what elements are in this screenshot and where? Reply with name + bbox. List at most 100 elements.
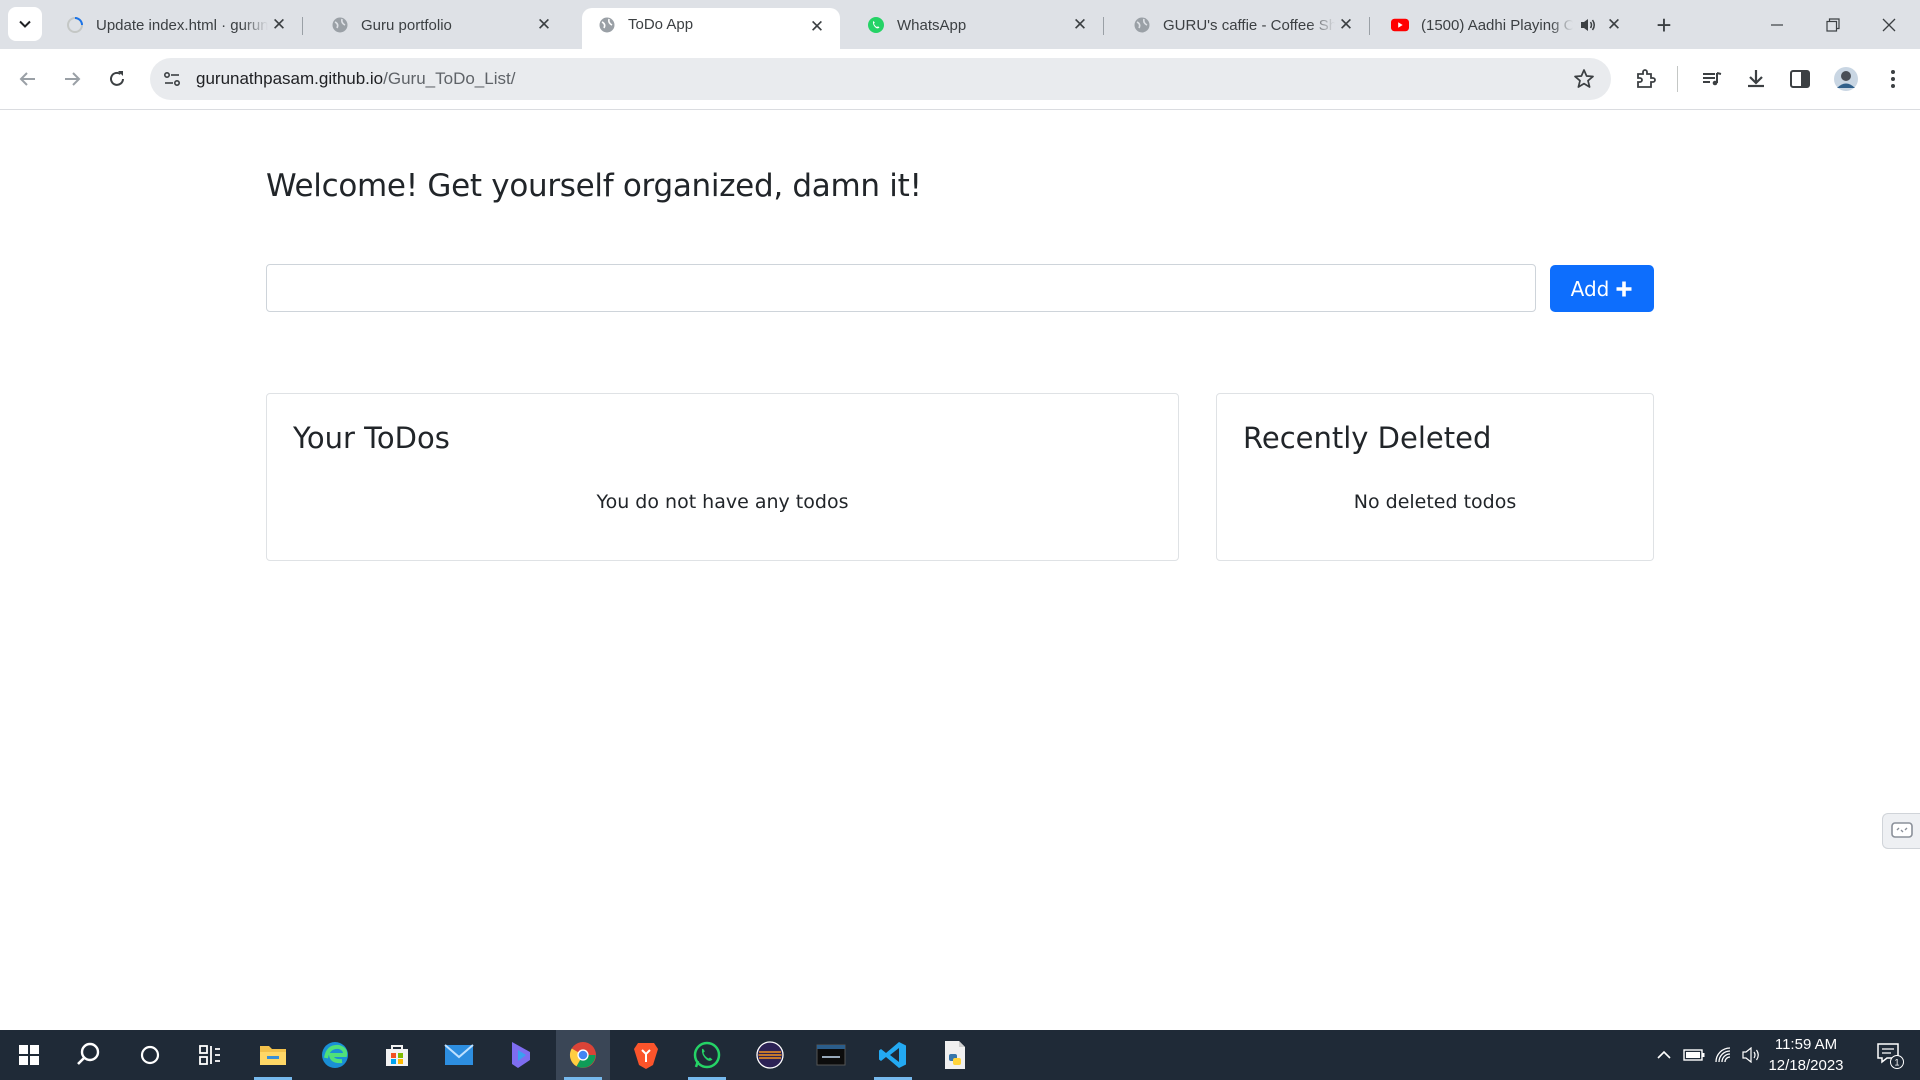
mail-app[interactable] [432, 1030, 486, 1080]
task-view-button[interactable] [183, 1030, 237, 1080]
restore-button[interactable] [1805, 0, 1861, 49]
minimize-button[interactable] [1749, 0, 1805, 49]
show-hidden-icons-button[interactable] [1652, 1030, 1676, 1080]
eclipse-app[interactable] [743, 1030, 797, 1080]
tab-youtube[interactable]: (1500) Aadhi Playing C ✕ [1375, 8, 1637, 42]
url-host: gurunathpasam.github.io [196, 69, 384, 88]
tab-whatsapp[interactable]: WhatsApp ✕ [851, 8, 1104, 42]
deleted-card-title: Recently Deleted [1243, 421, 1492, 455]
close-icon[interactable]: ✕ [1069, 14, 1091, 36]
mail-icon [444, 1044, 474, 1065]
close-icon[interactable]: ✕ [268, 14, 290, 36]
clock-time: 11:59 AM [1774, 1036, 1838, 1053]
vscode-icon [879, 1042, 906, 1068]
battery-button[interactable] [1680, 1030, 1708, 1080]
close-icon[interactable]: ✕ [1603, 14, 1625, 36]
close-icon[interactable]: ✕ [1335, 14, 1357, 36]
media-controls-button[interactable] [1698, 65, 1726, 93]
edge-app[interactable] [308, 1030, 362, 1080]
start-button[interactable] [2, 1030, 56, 1080]
microsoft-store-app[interactable] [370, 1030, 424, 1080]
close-icon [1882, 18, 1896, 31]
vscode-app[interactable] [866, 1030, 920, 1080]
brave-lion-icon [634, 1043, 658, 1069]
close-icon[interactable]: ✕ [806, 16, 828, 38]
clock-date: 12/18/2023 [1768, 1057, 1844, 1074]
todos-empty-message: You do not have any todos [596, 491, 849, 513]
side-panel-button[interactable] [1786, 65, 1814, 93]
arrow-left-icon [19, 72, 35, 86]
taskbar-clock[interactable]: 11:59 AM 12/18/2023 [1760, 1034, 1852, 1076]
globe-icon [331, 16, 349, 34]
cortana-button[interactable] [123, 1030, 177, 1080]
globe-icon [598, 16, 616, 34]
notification-icon: 1 [1877, 1043, 1904, 1069]
reload-icon [110, 71, 124, 86]
bookmark-star-icon[interactable] [1573, 68, 1595, 90]
brave-app[interactable] [619, 1030, 673, 1080]
address-bar[interactable]: gurunathpasam.github.io/Guru_ToDo_List/ [150, 58, 1611, 100]
restore-icon [1826, 17, 1840, 32]
mysql-workbench-app[interactable] [804, 1030, 858, 1080]
python-file-app[interactable] [928, 1030, 982, 1080]
extensions-button[interactable] [1632, 65, 1660, 93]
new-tab-button[interactable]: + [1650, 12, 1678, 40]
speaker-icon[interactable] [1577, 14, 1599, 36]
chrome-app[interactable] [556, 1030, 610, 1080]
todos-card: Your ToDos You do not have any todos [266, 393, 1179, 561]
bing-app[interactable] [494, 1030, 548, 1080]
search-icon [77, 1042, 100, 1065]
whatsapp-app[interactable] [680, 1030, 734, 1080]
profile-button[interactable] [1832, 65, 1860, 93]
windows-logo-icon [19, 1045, 39, 1065]
toolbar-divider [1677, 66, 1678, 92]
tab-title: (1500) Aadhi Playing C [1421, 16, 1573, 34]
forward-button[interactable] [56, 63, 88, 95]
browser-tab-strip: Update index.html · gurunathpasam ✕ Guru… [0, 0, 1920, 49]
media-queue-icon [1703, 72, 1722, 86]
side-widget-button[interactable] [1882, 813, 1920, 849]
tab-title: ToDo App [628, 16, 694, 33]
todo-input[interactable] [266, 264, 1536, 312]
notification-center-button[interactable]: 1 [1866, 1030, 1914, 1080]
close-window-button[interactable] [1861, 0, 1917, 49]
tab-search-button[interactable] [8, 7, 42, 41]
search-button[interactable] [62, 1030, 116, 1080]
plus-icon [1616, 281, 1632, 296]
wifi-button[interactable] [1710, 1030, 1738, 1080]
chevron-down-icon [19, 20, 31, 28]
bing-icon [512, 1042, 530, 1068]
whatsapp-icon [867, 16, 885, 34]
store-icon [386, 1045, 408, 1066]
folder-icon [260, 1046, 286, 1065]
site-settings-icon[interactable] [162, 69, 182, 89]
whatsapp-icon [693, 1041, 721, 1069]
tab-gurus-caffie[interactable]: GURU's caffie - Coffee Shop ✕ [1117, 8, 1370, 42]
close-icon[interactable]: ✕ [533, 14, 555, 36]
chrome-icon [569, 1042, 596, 1068]
file-explorer-app[interactable] [246, 1030, 300, 1080]
tab-separator [302, 17, 303, 35]
windows-taskbar: 11:59 AM 12/18/2023 1 [0, 1030, 1920, 1080]
todos-card-title: Your ToDos [293, 421, 450, 455]
notification-count: 1 [1894, 1058, 1899, 1068]
tab-guru-portfolio[interactable]: Guru portfolio ✕ [315, 8, 567, 42]
tab-separator [1103, 17, 1104, 35]
add-button[interactable]: Add [1550, 265, 1654, 312]
browser-toolbar: gurunathpasam.github.io/Guru_ToDo_List/ [0, 49, 1920, 110]
cortana-circle-icon [140, 1045, 160, 1065]
tab-todo-app[interactable]: ToDo App ✕ [582, 8, 840, 49]
tab-title: GURU's caffie - Coffee Shop [1163, 16, 1335, 34]
url-text[interactable]: gurunathpasam.github.io/Guru_ToDo_List/ [196, 69, 515, 89]
mysql-workbench-icon [816, 1044, 846, 1066]
youtube-icon [1391, 16, 1409, 34]
back-button[interactable] [12, 63, 44, 95]
reload-button[interactable] [101, 63, 133, 95]
task-view-icon [199, 1045, 220, 1065]
speaker-icon [1742, 1047, 1759, 1063]
downloads-button[interactable] [1742, 65, 1770, 93]
eclipse-icon [756, 1041, 784, 1069]
tab-update-index[interactable]: Update index.html · gurunathpasam ✕ [50, 8, 303, 42]
download-icon [1748, 70, 1764, 88]
browser-menu-button[interactable] [1879, 65, 1907, 93]
